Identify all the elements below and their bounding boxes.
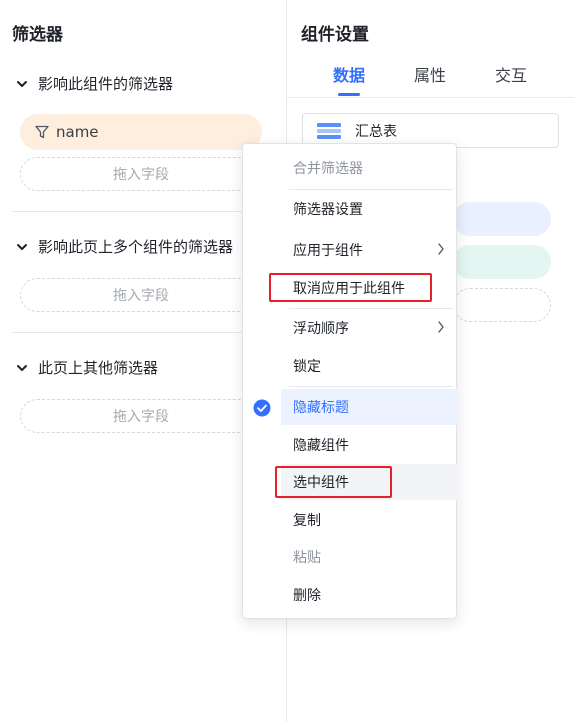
section-other-filters[interactable]: 此页上其他筛选器 [14, 357, 158, 378]
filter-pill-label: name [56, 123, 99, 141]
tab-properties[interactable]: 属性 [414, 62, 446, 86]
menu-item-label: 应用于组件 [293, 243, 363, 259]
filter-icon [34, 124, 50, 140]
chevron-down-icon [14, 360, 30, 376]
menu-item-unapply-this-component[interactable]: 取消应用于此组件 [281, 270, 457, 306]
chevron-down-icon [14, 239, 30, 255]
menu-item-merge-filters: 合并筛选器 [293, 161, 363, 177]
menu-item-filter-settings[interactable]: 筛选器设置 [281, 191, 457, 227]
menu-item-hide-title[interactable]: 隐藏标题 [281, 389, 457, 425]
divider [12, 332, 274, 333]
menu-item-hide-component[interactable]: 隐藏组件 [281, 427, 457, 463]
menu-item-apply-to-components[interactable]: 应用于组件 [281, 232, 457, 268]
component-select-value: 汇总表 [355, 123, 397, 140]
menu-item-copy[interactable]: 复制 [281, 502, 457, 538]
settings-tabs: 数据 属性 交互 [287, 60, 574, 98]
table-icon [317, 122, 341, 139]
menu-item-lock[interactable]: 锁定 [281, 348, 457, 384]
context-menu: 合并筛选器 筛选器设置 应用于组件 取消应用于此组件 浮动顺序 锁定 隐藏标题 … [242, 143, 457, 619]
section-label: 影响此组件的筛选器 [38, 75, 174, 93]
chevron-right-icon [437, 321, 445, 333]
menu-separator [289, 189, 453, 190]
section-label: 影响此页上多个组件的筛选器 [38, 238, 234, 256]
section-label: 此页上其他筛选器 [38, 359, 159, 377]
menu-item-float-order[interactable]: 浮动顺序 [281, 310, 457, 346]
section-affecting-multiple-components[interactable]: 影响此页上多个组件的筛选器 [14, 236, 233, 257]
menu-item-paste: 粘贴 [293, 550, 321, 566]
check-circle-icon [253, 399, 271, 417]
filters-panel-title: 筛选器 [12, 25, 63, 45]
background-field-pill[interactable] [453, 245, 551, 279]
background-drop-zone[interactable] [453, 288, 551, 322]
drop-field-zone[interactable]: 拖入字段 [20, 278, 262, 312]
tab-interaction[interactable]: 交互 [495, 62, 527, 86]
menu-item-select-component[interactable]: 选中组件 [281, 464, 457, 500]
menu-item-delete[interactable]: 删除 [281, 577, 457, 613]
drop-field-zone[interactable]: 拖入字段 [20, 399, 262, 433]
background-field-pill[interactable] [453, 202, 551, 236]
tab-data[interactable]: 数据 [333, 62, 365, 86]
filter-pill-name[interactable]: name [20, 114, 262, 150]
menu-separator [289, 308, 453, 309]
active-tab-indicator [338, 93, 360, 96]
drop-field-zone[interactable]: 拖入字段 [20, 157, 262, 191]
divider [12, 211, 274, 212]
menu-separator [289, 386, 453, 387]
component-settings-title: 组件设置 [301, 25, 369, 45]
section-affecting-this-component[interactable]: 影响此组件的筛选器 [14, 73, 173, 94]
chevron-down-icon [14, 76, 30, 92]
menu-item-label: 浮动顺序 [293, 321, 349, 337]
chevron-right-icon [437, 243, 445, 255]
